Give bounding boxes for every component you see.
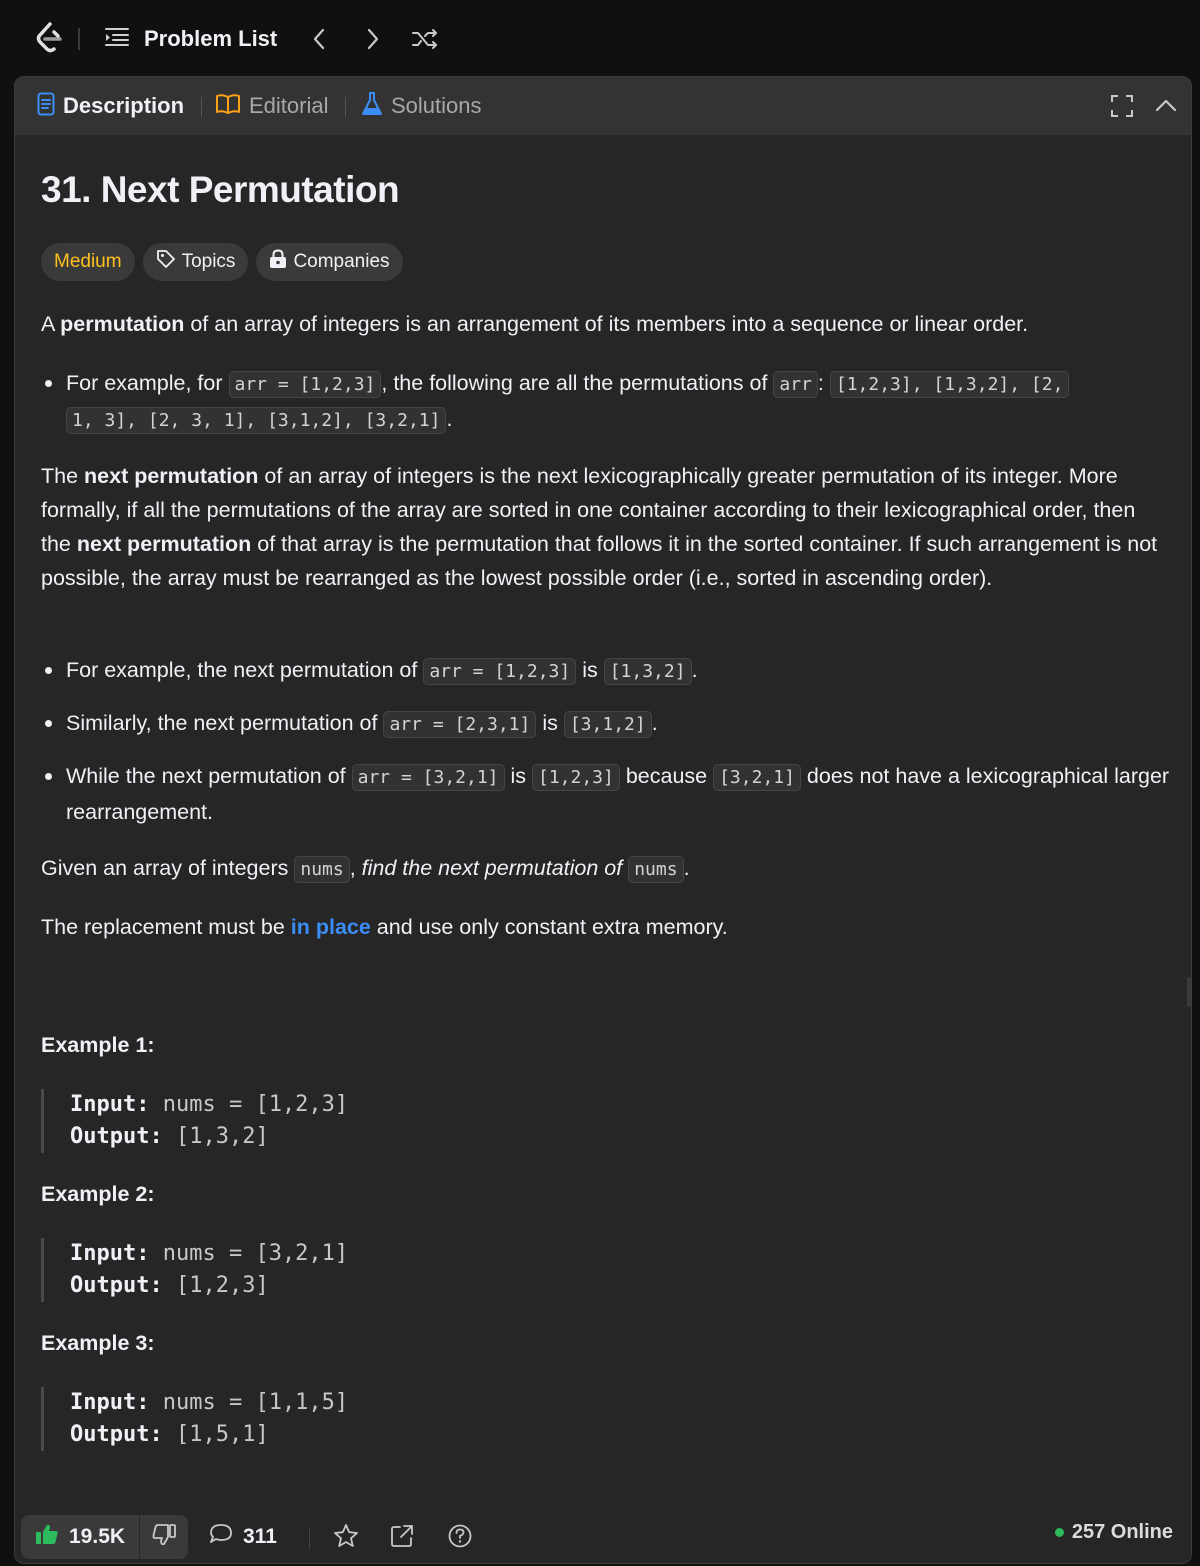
online-status: 257 Online	[1054, 1521, 1173, 1544]
top-nav: Problem List	[0, 0, 1200, 76]
online-count: 257 Online	[1071, 1521, 1173, 1543]
in-place-link[interactable]: in place	[291, 915, 371, 939]
chevron-up-icon	[1155, 99, 1177, 112]
example-3-title: Example 3:	[41, 1331, 155, 1355]
lock-icon	[269, 249, 287, 275]
example-3-block: Input: nums = [1,1,5] Output: [1,5,1]	[41, 1387, 641, 1451]
description-paragraph-2: The next permutation of an array of inte…	[41, 464, 1158, 590]
favorite-button[interactable]	[329, 1519, 363, 1553]
comment-icon	[209, 1523, 233, 1551]
resize-handle[interactable]	[1187, 977, 1191, 1007]
nav-divider	[78, 28, 80, 50]
problem-list-button[interactable]: Problem List	[104, 24, 277, 54]
chevron-left-icon	[313, 28, 325, 50]
bottom-divider	[309, 1527, 310, 1549]
bullet-example-permutations: For example, for arr = [1,2,3], the foll…	[41, 366, 1171, 438]
memory-constraint: The replacement must be in place and use…	[41, 915, 728, 939]
leetcode-logo[interactable]	[30, 20, 66, 56]
collapse-button[interactable]	[1153, 93, 1179, 119]
tab-divider	[345, 97, 346, 117]
shuffle-icon	[412, 29, 437, 49]
example-2-block: Input: nums = [3,2,1] Output: [1,2,3]	[41, 1238, 641, 1302]
example-1-title: Example 1:	[41, 1033, 155, 1057]
tab-description[interactable]: Description	[37, 91, 184, 121]
tab-editorial-label: Editorial	[249, 93, 329, 118]
companies-chip[interactable]: Companies	[256, 243, 403, 281]
shuffle-button[interactable]	[410, 24, 440, 54]
comments-count: 311	[243, 1525, 277, 1548]
comments-button[interactable]: 311	[209, 1517, 277, 1557]
likes-count: 19.5K	[69, 1525, 126, 1548]
tab-editorial[interactable]: Editorial	[215, 91, 328, 121]
topics-label: Topics	[181, 251, 236, 272]
document-icon	[37, 92, 55, 121]
companies-label: Companies	[293, 251, 390, 272]
share-button[interactable]	[385, 1519, 419, 1553]
list-icon	[104, 26, 130, 53]
task-statement: Given an array of integers nums, find th…	[41, 851, 1171, 887]
chevron-right-icon	[367, 28, 379, 50]
book-icon	[215, 93, 241, 120]
like-button[interactable]: 19.5K	[21, 1515, 139, 1559]
difficulty-badge: Medium	[41, 243, 135, 281]
fullscreen-icon	[1111, 95, 1133, 117]
tab-divider	[201, 97, 202, 117]
problem-tags: Medium Topics Companies	[41, 243, 403, 281]
description-panel: Description Editorial Solutions 31. Next…	[14, 76, 1192, 1564]
dislike-button[interactable]	[140, 1515, 188, 1559]
thumbs-down-icon	[152, 1523, 176, 1551]
fullscreen-button[interactable]	[1109, 93, 1135, 119]
example-1-block: Input: nums = [1,2,3] Output: [1,3,2]	[41, 1089, 641, 1153]
bottom-action-bar: 19.5K 311 257 Online	[15, 1507, 1191, 1563]
bullet-example-next-3: While the next permutation of arr = [3,2…	[41, 759, 1171, 829]
example-2-title: Example 2:	[41, 1182, 155, 1206]
thumbs-up-icon	[35, 1523, 59, 1551]
help-button[interactable]	[443, 1519, 477, 1553]
description-paragraph-1: A permutation of an array of integers is…	[41, 312, 1029, 336]
tab-solutions[interactable]: Solutions	[361, 91, 482, 121]
tab-description-label: Description	[63, 93, 185, 118]
vote-group: 19.5K	[21, 1515, 189, 1559]
star-icon	[334, 1524, 358, 1547]
prev-problem-button[interactable]	[304, 24, 334, 54]
problem-list-label: Problem List	[144, 26, 278, 51]
topics-chip[interactable]: Topics	[142, 243, 249, 281]
question-icon	[448, 1524, 472, 1548]
tag-icon	[156, 249, 176, 275]
bullet-example-next-2: Similarly, the next permutation of arr =…	[41, 706, 1171, 742]
tab-solutions-label: Solutions	[391, 93, 482, 118]
next-problem-button[interactable]	[358, 24, 388, 54]
online-dot-icon	[1054, 1528, 1064, 1537]
flask-icon	[361, 91, 383, 122]
external-link-icon	[391, 1525, 413, 1547]
tab-bar: Description Editorial Solutions	[15, 77, 1191, 135]
problem-title[interactable]: 31. Next Permutation	[41, 169, 400, 211]
bullet-example-next-1: For example, the next permutation of arr…	[41, 653, 1171, 689]
